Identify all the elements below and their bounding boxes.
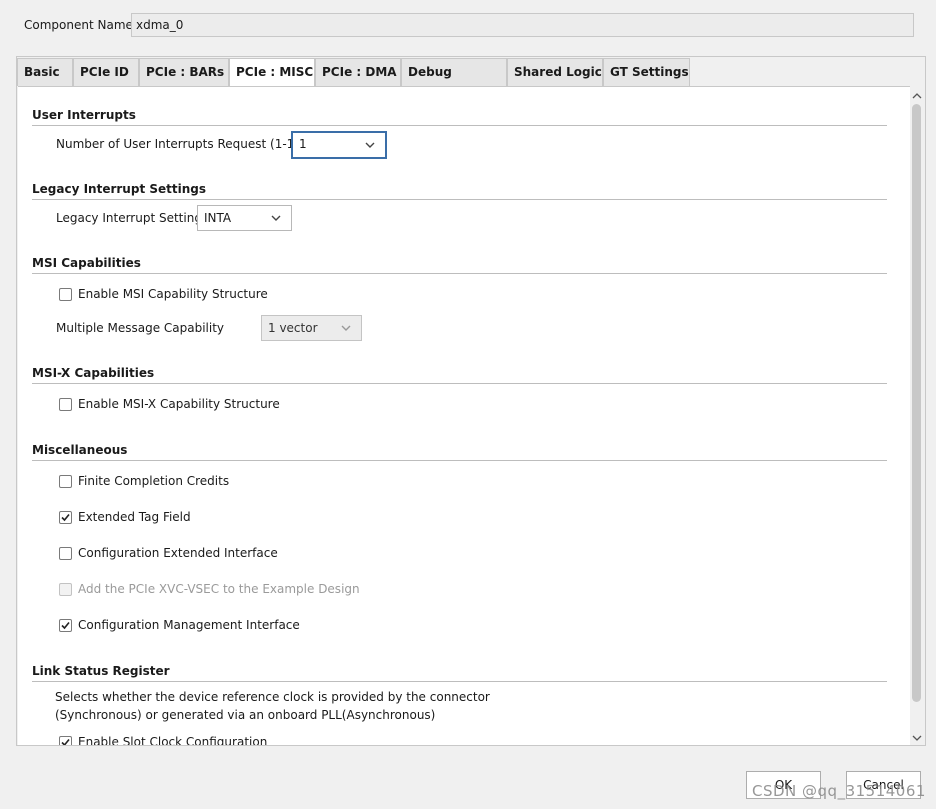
tab-pcie-dma[interactable]: PCIe : DMA	[315, 58, 401, 86]
user-interrupts-value: 1	[299, 137, 307, 151]
slot-clock-label: Enable Slot Clock Configuration	[78, 735, 268, 745]
section-divider	[32, 199, 887, 200]
tab-debug-options[interactable]: Debug Options	[401, 58, 507, 106]
section-divider	[32, 125, 887, 126]
tab-pcie-bars[interactable]: PCIe : BARs	[139, 58, 229, 86]
scroll-up-icon[interactable]	[910, 89, 924, 103]
section-divider	[32, 273, 887, 274]
section-msi-capabilities: MSI Capabilities	[32, 256, 141, 270]
link-status-description-line1: Selects whether the device reference clo…	[55, 690, 490, 704]
tab-basic[interactable]: Basic	[17, 58, 73, 86]
xvc-vsec-label: Add the PCIe XVC-VSEC to the Example Des…	[78, 582, 360, 596]
checkmark-icon	[61, 621, 70, 630]
legacy-interrupt-label: Legacy Interrupt Settings	[56, 211, 209, 225]
component-name-input[interactable]: xdma_0	[131, 13, 914, 37]
section-legacy-interrupt: Legacy Interrupt Settings	[32, 182, 206, 196]
tab-shared-logic[interactable]: Shared Logic	[507, 58, 603, 86]
section-link-status-register: Link Status Register	[32, 664, 170, 678]
slot-clock-checkbox[interactable]	[59, 736, 72, 745]
finite-completion-credits-checkbox[interactable]	[59, 475, 72, 488]
chevron-down-icon	[341, 325, 351, 331]
finite-completion-credits-label: Finite Completion Credits	[78, 474, 230, 488]
section-miscellaneous: Miscellaneous	[32, 443, 128, 457]
section-divider	[32, 383, 887, 384]
config-extended-interface-label: Configuration Extended Interface	[78, 546, 278, 560]
multiple-message-capability-label: Multiple Message Capability	[56, 321, 225, 335]
tab-pcie-misc[interactable]: PCIe : MISC	[229, 58, 315, 88]
component-name-label: Component Name	[24, 18, 133, 32]
msi-enable-checkbox[interactable]	[59, 288, 72, 301]
section-divider	[32, 460, 887, 461]
msix-enable-checkbox[interactable]	[59, 398, 72, 411]
multiple-message-capability-value: 1 vector	[268, 321, 318, 335]
tab-gt-settings[interactable]: GT Settings	[603, 58, 690, 86]
legacy-interrupt-select[interactable]: INTA	[197, 205, 292, 231]
watermark: CSDN @qq_31514061	[752, 782, 926, 800]
scrollbar-thumb[interactable]	[912, 104, 921, 702]
tab-content: User Interrupts Number of User Interrupt…	[18, 86, 910, 745]
checkmark-icon	[61, 513, 70, 522]
chevron-down-icon	[365, 142, 375, 148]
legacy-interrupt-value: INTA	[204, 211, 232, 225]
extended-tag-field-checkbox[interactable]	[59, 511, 72, 524]
chevron-down-icon	[271, 215, 281, 221]
checkmark-icon	[61, 738, 70, 745]
link-status-description-line2: (Synchronous) or generated via an onboar…	[55, 708, 436, 722]
section-user-interrupts: User Interrupts	[32, 108, 136, 122]
msi-enable-label: Enable MSI Capability Structure	[78, 287, 268, 301]
multiple-message-capability-select[interactable]: 1 vector	[261, 315, 362, 341]
user-interrupts-select[interactable]: 1	[291, 131, 387, 159]
extended-tag-field-label: Extended Tag Field	[78, 510, 191, 524]
xvc-vsec-checkbox	[59, 583, 72, 596]
config-extended-interface-checkbox[interactable]	[59, 547, 72, 560]
tab-pcie-id[interactable]: PCIe ID	[73, 58, 139, 86]
user-interrupts-label: Number of User Interrupts Request (1-16)	[56, 137, 307, 151]
config-management-interface-checkbox[interactable]	[59, 619, 72, 632]
msix-enable-label: Enable MSI-X Capability Structure	[78, 397, 280, 411]
section-msix-capabilities: MSI-X Capabilities	[32, 366, 155, 380]
section-divider	[32, 681, 887, 682]
config-management-interface-label: Configuration Management Interface	[78, 618, 300, 632]
scroll-down-icon[interactable]	[910, 731, 924, 745]
